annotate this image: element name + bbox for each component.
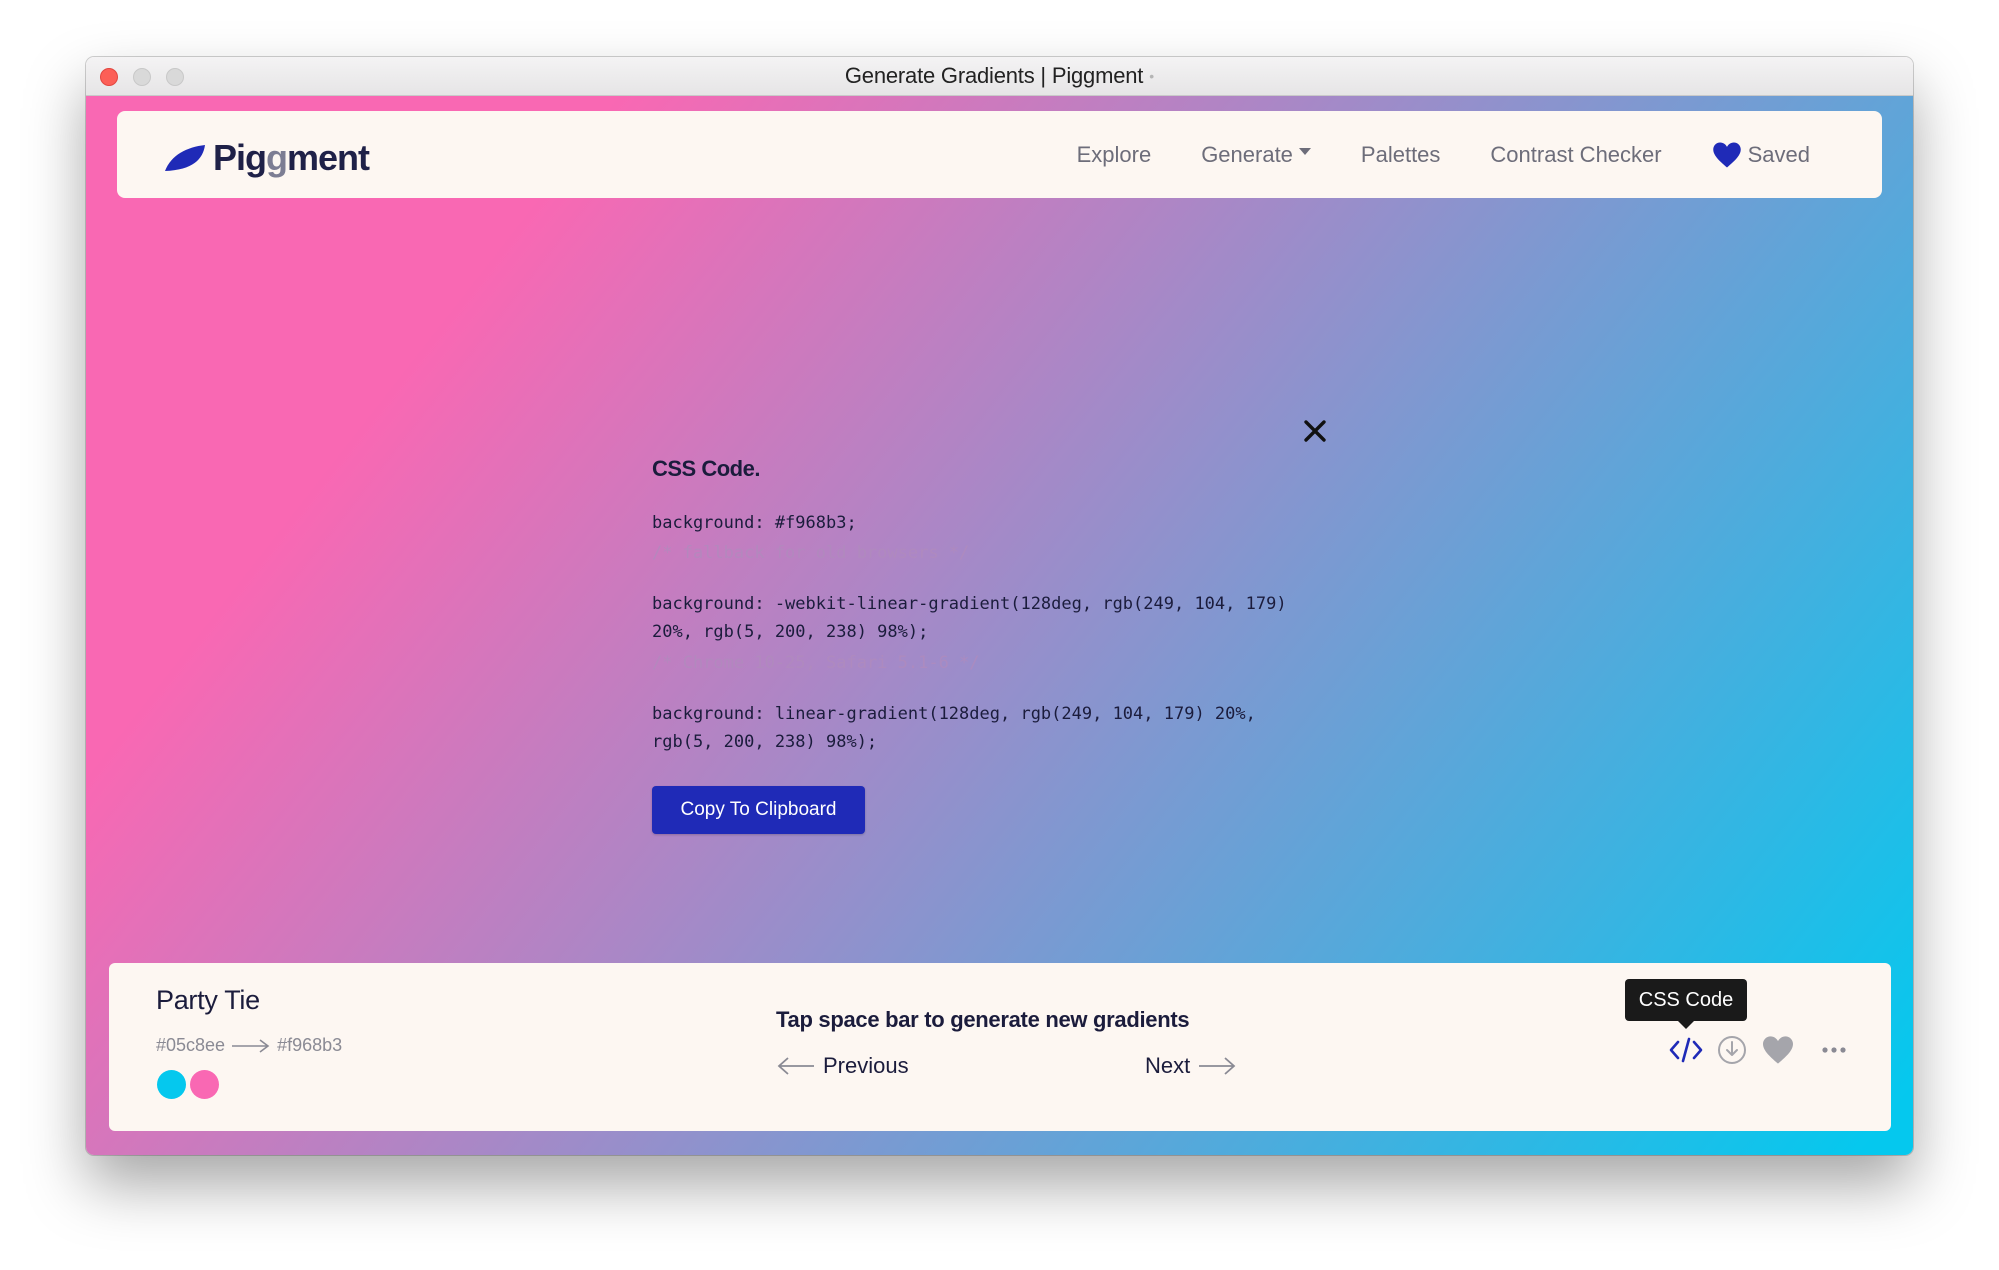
nav-explore[interactable]: Explore xyxy=(1077,142,1152,168)
gradient-from-hex: #05c8ee xyxy=(156,1035,226,1055)
maximize-window-button[interactable] xyxy=(166,68,184,86)
nav-saved[interactable]: Saved xyxy=(1712,141,1810,169)
code-line-3b: rgb(5, 200, 238) 98%); xyxy=(652,732,878,752)
logo-leaf-icon xyxy=(165,145,205,171)
logo-text-a: Pig xyxy=(213,137,267,178)
gradient-to-hex: #f968b3 xyxy=(277,1035,343,1055)
gradient-info-bar: Party Tie #05c8ee #f968b3 Tap space bar … xyxy=(109,963,1891,1131)
code-icon[interactable] xyxy=(1669,1036,1703,1064)
modal-title: CSS Code. xyxy=(652,456,760,481)
close-window-button[interactable] xyxy=(100,68,118,86)
previous-button[interactable]: Previous xyxy=(777,1053,909,1079)
logo-text-b: ment xyxy=(287,137,370,178)
more-icon[interactable] xyxy=(1817,1035,1851,1065)
nav-saved-label: Saved xyxy=(1747,141,1810,167)
previous-label: Previous xyxy=(823,1053,909,1078)
copy-to-clipboard-button[interactable]: Copy To Clipboard xyxy=(652,786,865,834)
heart-icon xyxy=(1712,142,1741,167)
title-bar: Generate Gradients | Piggment • xyxy=(86,57,1913,96)
swatch-to[interactable] xyxy=(190,1070,219,1099)
code-line-1: background: #f968b3; xyxy=(652,513,857,533)
nav-generate-label: Generate xyxy=(1201,141,1293,167)
navbar: Piggment Explore Generate Palettes Contr… xyxy=(117,111,1882,198)
window-controls xyxy=(100,68,184,86)
next-label: Next xyxy=(1145,1053,1191,1078)
color-swatches xyxy=(157,1070,219,1099)
nav-links: Explore Generate Palettes Contrast Check… xyxy=(1077,111,1810,198)
window-title: Generate Gradients | Piggment xyxy=(844,63,1144,88)
minimize-window-button[interactable] xyxy=(133,68,151,86)
nav-palettes[interactable]: Palettes xyxy=(1361,142,1441,168)
code-comment-1: /* fallback for old browsers */ xyxy=(652,543,970,563)
close-icon[interactable] xyxy=(1299,415,1331,447)
logo-text-g: g xyxy=(266,137,288,178)
next-button[interactable]: Next xyxy=(1145,1053,1236,1079)
logo[interactable]: Piggment xyxy=(163,137,370,179)
download-icon[interactable] xyxy=(1717,1035,1747,1065)
code-line-2a: background: -webkit-linear-gradient(128d… xyxy=(652,594,1287,614)
css-code-tooltip: CSS Code xyxy=(1625,979,1747,1029)
arrow-left-icon xyxy=(777,1057,814,1075)
nav-generate[interactable]: Generate xyxy=(1201,142,1311,168)
swatch-from[interactable] xyxy=(157,1070,186,1099)
space-bar-hint: Tap space bar to generate new gradients xyxy=(776,1007,1190,1032)
heart-icon[interactable] xyxy=(1761,1035,1795,1065)
caret-down-icon xyxy=(1298,148,1311,155)
gradient-actions xyxy=(1669,1035,1851,1065)
code-comment-2: /* Chrome 10-25, Safari 5.1-6 */ xyxy=(652,653,980,673)
title-status-dot: • xyxy=(1149,68,1155,84)
arrow-right-icon xyxy=(232,1038,270,1053)
arrow-right-icon xyxy=(1199,1057,1236,1075)
code-line-3a: background: linear-gradient(128deg, rgb(… xyxy=(652,704,1256,724)
gradient-name: Party Tie xyxy=(156,985,260,1015)
gradient-hex-pair: #05c8ee #f968b3 xyxy=(156,1035,342,1056)
nav-contrast-checker[interactable]: Contrast Checker xyxy=(1490,142,1661,168)
code-line-2b: 20%, rgb(5, 200, 238) 98%); xyxy=(652,622,929,642)
logo-text: Piggment xyxy=(213,137,370,179)
